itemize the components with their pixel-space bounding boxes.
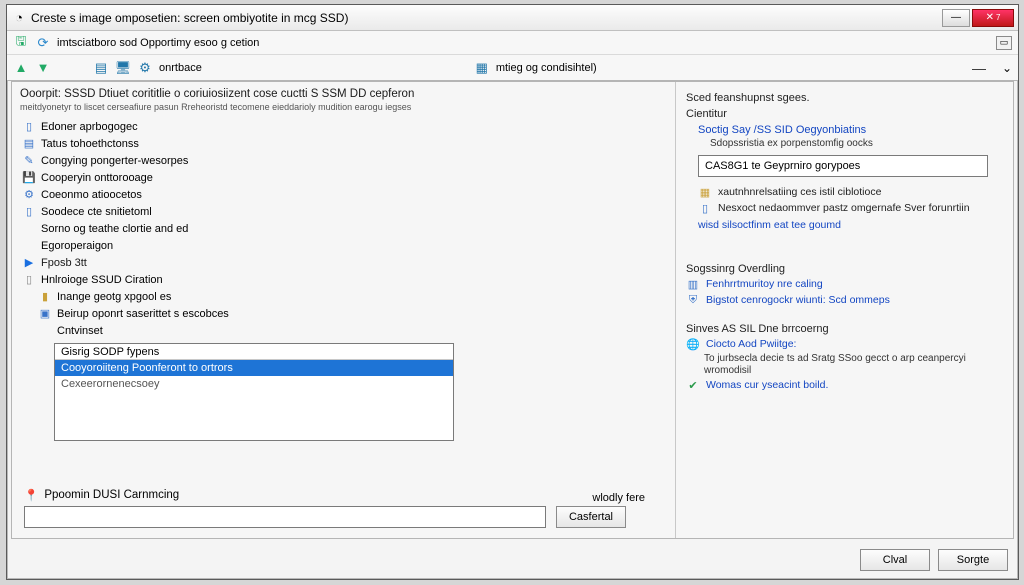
rp-heading-2: Cientitur — [686, 108, 1003, 120]
package-icon: ▣ — [38, 307, 52, 321]
rp-row-2: ▯Nesxoct nedaommver pastz omgernafe Sver… — [698, 201, 1003, 215]
tree-item[interactable]: ▣Beirup oponrt saserittet s escobces — [20, 305, 667, 322]
content-area: Ooorpit: SSSD Dtiuet corititlie o coriui… — [11, 81, 1014, 539]
page-icon: ▯ — [22, 273, 36, 287]
blank-icon — [22, 239, 36, 253]
listbox-item[interactable]: Cexeerornenecsoey — [55, 376, 453, 392]
globe-icon: 🌐 — [686, 337, 700, 351]
refresh-icon[interactable]: ⟳ — [35, 35, 51, 51]
rp-link-1[interactable]: Soctig Say /SS SID Oegyonbiatins — [698, 124, 1003, 136]
disk-icon: 💾 — [22, 171, 36, 185]
rp-row-1: ▦xautnhnrelsatiing ces istil ciblotioce — [698, 185, 1003, 199]
listbox-item-selected[interactable]: Cooyoroiiteng Poonferont to ortrors — [55, 360, 453, 376]
tree-item[interactable]: ▯Edoner aprbogogec — [20, 118, 667, 135]
tool-icon-4[interactable]: 🖥 — [115, 60, 131, 76]
app-icon: ◔ — [11, 10, 27, 26]
dialog-footer: Clval Sorgte — [860, 549, 1008, 571]
toolbar-center-text: mtieg og condisihtel) — [496, 62, 597, 74]
gear-icon: ⚙ — [22, 188, 36, 202]
tree-item[interactable]: ✎Congying pongerter-wesorpes — [20, 152, 667, 169]
tree-item[interactable]: ▶Fposb 3tt — [20, 254, 667, 271]
panel-toggle-button[interactable]: ▭ — [996, 36, 1012, 50]
bottom-field-label: 📍 Ppoomin DUSI Carnmcing — [24, 488, 626, 502]
ok-button[interactable]: Sorgte — [938, 549, 1008, 571]
rp-sec3-a[interactable]: 🌐Ciocto Aod Pwiitge: — [686, 337, 1003, 351]
options-tree: ▯Edoner aprbogogec ▤Tatus tohoethctonss … — [20, 118, 667, 339]
shield-icon: ⛨ — [686, 293, 700, 307]
center-icon: ▦ — [474, 60, 490, 76]
tree-item[interactable]: ▯Soodece cte snitietoml — [20, 203, 667, 220]
rp-row-3[interactable]: wisd silsoctfinm eat tee goumd — [698, 219, 1003, 231]
pin-icon: 📍 — [24, 488, 38, 502]
tool-icon-1[interactable]: ▲ — [13, 60, 29, 76]
tree-item[interactable]: Egoroperaigon — [20, 237, 667, 254]
tree-item[interactable]: ▮Inange geotg xpgool es — [20, 288, 667, 305]
rp-sec2-b[interactable]: ⛨Bigstot cenrogockr wiunti: Scd ommeps — [686, 293, 1003, 307]
wrench-icon: ✎ — [22, 154, 36, 168]
toolbar-collapse-dash[interactable]: — — [972, 60, 986, 76]
rp-section-3: Sinves AS SIL Dne brrcoerng — [686, 323, 1003, 335]
doc-icon: ▯ — [698, 201, 712, 215]
tool-icon-2[interactable]: ▼ — [35, 60, 51, 76]
rp-sec2-a[interactable]: ▥Fenhrrtmuritoy nre caling — [686, 277, 1003, 291]
minimize-button[interactable]: — — [942, 9, 970, 27]
breadcrumb-text: imtsciatboro sod Opportimy esoo g cetion — [57, 37, 259, 49]
tool-icon-5[interactable]: ⚙ — [137, 60, 153, 76]
rp-heading-1: Sced feanshupnst sgees. — [686, 92, 1003, 104]
page-icon: ▯ — [22, 120, 36, 134]
toolbar-row-1: 🖫 ⟳ imtsciatboro sod Opportimy esoo g ce… — [7, 31, 1018, 55]
cancel-button[interactable]: Clval — [860, 549, 930, 571]
check-icon: ✔ — [686, 378, 700, 392]
list-icon: ▤ — [22, 137, 36, 151]
rp-sub-1: Sdopssristia ex porpenstomfig oocks — [710, 138, 1003, 149]
left-pane: Ooorpit: SSSD Dtiuet corititlie o coriui… — [12, 82, 675, 538]
rp-search-input[interactable] — [698, 155, 988, 177]
section-heading: Ooorpit: SSSD Dtiuet corititlie o coriui… — [20, 88, 667, 100]
path-input[interactable] — [24, 506, 546, 528]
browse-button[interactable]: Casfertal — [556, 506, 626, 528]
titlebar: ◔ Creste s image omposetien: screen ombi… — [7, 5, 1018, 31]
tree-item[interactable]: ▯Hnlroioge SSUD Ciration — [20, 271, 667, 288]
window-title: Creste s image omposetien: screen ombiyo… — [31, 11, 940, 25]
right-pane: Sced feanshupnst sgees. Cientitur Soctig… — [675, 82, 1013, 538]
types-listbox[interactable]: Gisrig SODP fypens Cooyoroiiteng Poonfer… — [54, 343, 454, 441]
blank-icon — [22, 222, 36, 236]
toolbar-row-2: ▲ ▼ ▤ 🖥 ⚙ onrtbace ▦ mtieg og condisihte… — [7, 55, 1018, 81]
tool-icon-3[interactable]: ▤ — [93, 60, 109, 76]
folder-icon: ▮ — [38, 290, 52, 304]
save-icon[interactable]: 🖫 — [13, 35, 29, 51]
toolbar-label-a: onrtbace — [159, 62, 202, 74]
tree-item[interactable]: Cntvinset — [20, 322, 667, 339]
listbox-header: Gisrig SODP fypens — [55, 344, 453, 360]
card-icon: ▥ — [686, 277, 700, 291]
toolbar-chevron-icon[interactable]: ⌄ — [1002, 61, 1012, 75]
check-icon: ▦ — [698, 185, 712, 199]
rp-sec3-c[interactable]: ✔Womas cur yseacint boild. — [686, 378, 1003, 392]
blank-icon — [38, 324, 52, 338]
section-subheading: meitdyonetyr to liscet cerseafiure pasun… — [20, 102, 667, 112]
tree-item[interactable]: 💾Cooperyin onttorooage — [20, 169, 667, 186]
close-button[interactable]: ✕7 — [972, 9, 1014, 27]
tree-item[interactable]: ⚙Coeonmo atioocetos — [20, 186, 667, 203]
bottom-field-group: 📍 Ppoomin DUSI Carnmcing Casfertal — [24, 488, 626, 528]
tree-item[interactable]: ▤Tatus tohoethctonss — [20, 135, 667, 152]
tree-item[interactable]: Sorno og teathe clortie and ed — [20, 220, 667, 237]
rp-section-2: Sogssinrg Overdling — [686, 263, 1003, 275]
doc-icon: ▯ — [22, 205, 36, 219]
main-window: ◔ Creste s image omposetien: screen ombi… — [6, 4, 1019, 580]
play-icon: ▶ — [22, 256, 36, 270]
rp-sec3-b: To jurbsecla decie ts ad Sratg SSoo gecc… — [704, 353, 1003, 376]
